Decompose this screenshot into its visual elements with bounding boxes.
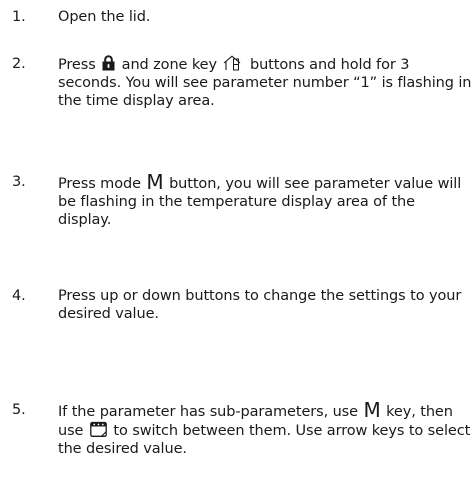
step-text: Press up or down buttons to change the s… [58, 288, 462, 322]
step-text: Open the lid. [58, 9, 151, 25]
mode-key-symbol: M [146, 170, 164, 194]
step-number: 5. [12, 402, 26, 418]
step-text-part: If the parameter has sub-parameters, use [58, 404, 363, 420]
step-text-part: Press mode [58, 176, 146, 192]
zone-key-icon [223, 55, 243, 71]
step-number: 4. [12, 288, 26, 304]
step-number: 1. [12, 9, 26, 25]
calendar-icon [90, 421, 107, 437]
step-text-part: and zone key [117, 57, 222, 73]
step-text: If the parameter has sub-parameters, use… [58, 398, 472, 458]
step-text: Press and zone key buttons and hold for … [58, 55, 472, 110]
instruction-page: 1. Open the lid. 2. Press and zone key b… [0, 0, 476, 482]
lock-icon [102, 55, 115, 71]
mode-key-symbol: M [363, 398, 381, 422]
step-text: Press mode M button, you will see parame… [58, 170, 472, 229]
step-number: 2. [12, 56, 26, 72]
step-number: 3. [12, 174, 26, 190]
step-text-part: to switch between them. Use arrow keys t… [58, 423, 471, 457]
step-text-part: Press [58, 57, 101, 73]
